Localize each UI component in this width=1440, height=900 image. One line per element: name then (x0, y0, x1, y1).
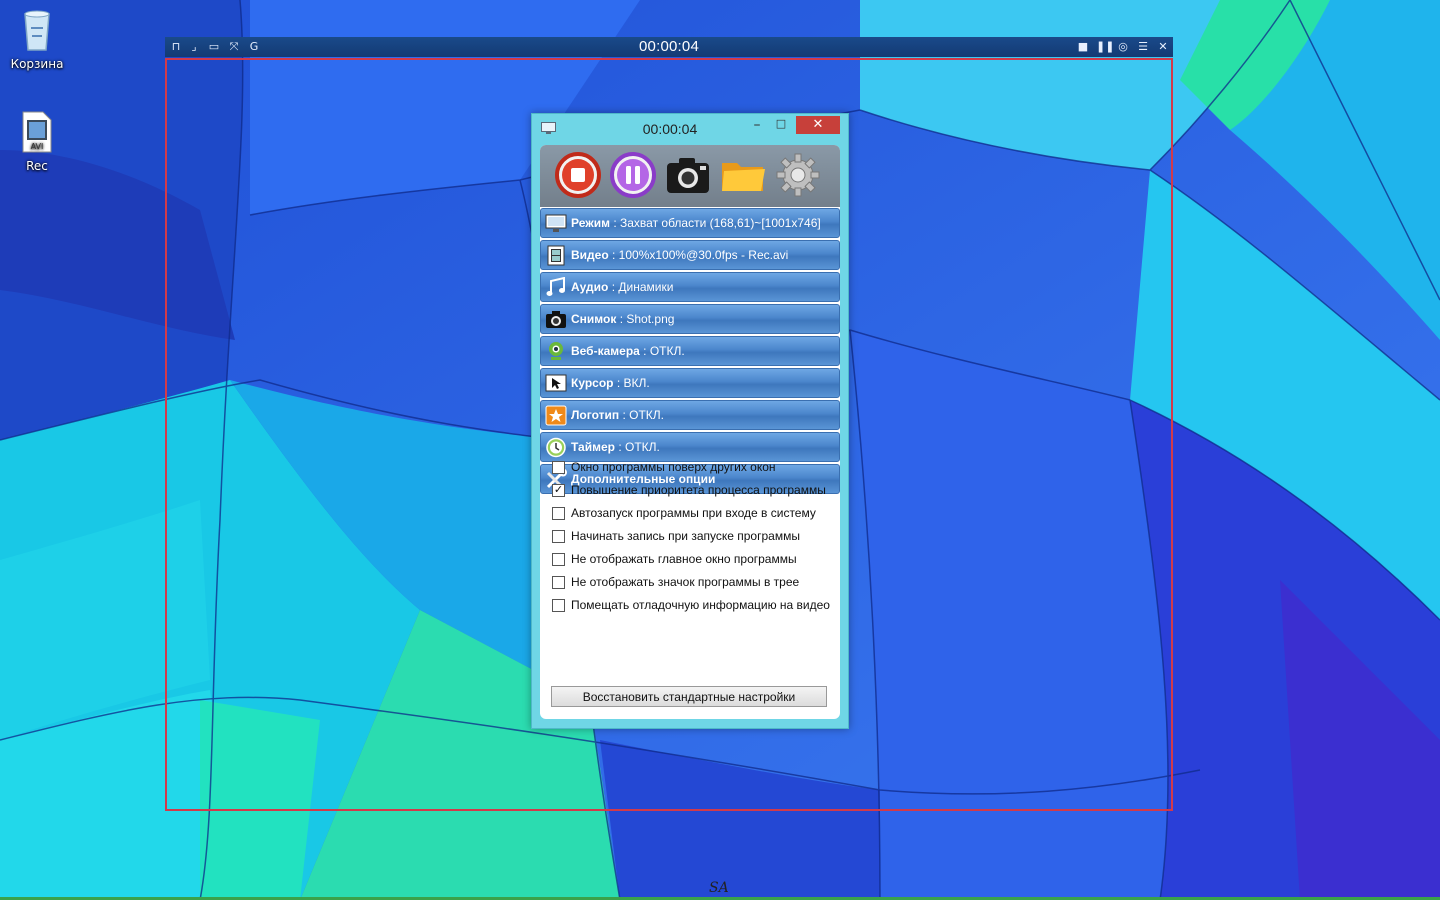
recycle-bin-icon (24, 10, 50, 51)
reset-defaults-button[interactable]: Восстановить стандартные настройки (551, 686, 827, 707)
avi-badge: AVI (31, 142, 44, 151)
row-cursor[interactable]: Курсор : ВКЛ. (540, 368, 840, 398)
row-audio[interactable]: Аудио : Динамики (540, 272, 840, 302)
desktop-icon-label: Корзина (10, 57, 64, 71)
window-timer: 00:00:04 (642, 121, 698, 137)
row-label: Таймер (571, 440, 615, 454)
maximize-button[interactable]: □ (774, 118, 788, 132)
pause-icon[interactable]: ❚❚ (1096, 40, 1114, 54)
music-icon (546, 277, 565, 296)
checkbox[interactable] (552, 507, 565, 520)
clock-icon (546, 437, 566, 458)
option-label: Окно программы поверх других окон (571, 460, 776, 474)
monitor-icon (545, 214, 567, 232)
option-label: Не отображать главное окно программы (571, 552, 797, 566)
checkbox[interactable] (552, 576, 565, 589)
row-label: Аудио (571, 280, 609, 294)
row-label: Режим (571, 216, 610, 230)
window-titlebar[interactable]: 00:00:04 – □ ✕ (532, 114, 848, 142)
desktop-icon-label: Rec (26, 159, 48, 173)
camera-icon (546, 311, 566, 328)
row-value: : ВКЛ. (616, 376, 650, 390)
minimize-button[interactable]: – (750, 118, 764, 132)
recorder-window: 00:00:04 – □ ✕ Режим: Захват области (1… (531, 113, 849, 729)
row-mode[interactable]: Режим : Захват области (168,61)~[1001x74… (540, 208, 840, 238)
star-icon (545, 405, 567, 426)
checkbox[interactable] (552, 599, 565, 612)
option-label: Повышение приоритета процесса программы (571, 483, 826, 497)
row-label: Снимок (571, 312, 617, 326)
row-label: Курсор (571, 376, 614, 390)
capture-toolbar: ⊓ ⌟ ▭ ⤧ G 00:00:04 ■ ❚❚ ◎ ☰ ✕ (165, 37, 1173, 57)
close-button[interactable]: ✕ (796, 116, 840, 134)
row-value: : ОТКЛ. (622, 408, 664, 422)
option-always-on-top[interactable]: Окно программы поверх других окон (552, 458, 840, 481)
checkbox[interactable] (552, 553, 565, 566)
stop-icon[interactable]: ■ (1076, 40, 1090, 54)
row-snapshot[interactable]: Снимок : Shot.png (540, 304, 840, 334)
webcam-icon (549, 342, 563, 360)
camera-icon[interactable]: ◎ (1116, 40, 1130, 54)
film-icon (547, 245, 565, 266)
row-label: Видео (571, 248, 609, 262)
option-hide-tray-icon[interactable]: Не отображать значок программы в трее (552, 573, 840, 596)
checkbox[interactable] (552, 530, 565, 543)
option-label: Начинать запись при запуске программы (571, 529, 800, 543)
window-content: Режим : Захват области (168,61)~[1001x74… (540, 145, 840, 719)
settings-list: Режим : Захват области (168,61)~[1001x74… (540, 208, 840, 496)
option-record-on-start[interactable]: Начинать запись при запуске программы (552, 527, 840, 550)
checkbox[interactable] (552, 461, 565, 474)
option-label: Помещать отладочную информацию на видео (571, 598, 830, 612)
desktop-icon-recycle-bin[interactable]: Корзина (2, 6, 72, 71)
row-label: Веб-камера (571, 344, 640, 358)
desktop-icon-rec[interactable]: AVI Rec (2, 110, 72, 173)
row-label: Логотип (571, 408, 620, 422)
option-autostart[interactable]: Автозапуск программы при входе в систему (552, 504, 840, 527)
close-icon[interactable]: ✕ (1156, 40, 1170, 54)
checkbox-checked[interactable]: ✓ (552, 484, 565, 497)
pause-button[interactable] (609, 151, 657, 199)
advanced-options-list: Окно программы поверх других окон ✓ Повы… (552, 458, 840, 619)
option-hide-main-window[interactable]: Не отображать главное окно программы (552, 550, 840, 573)
row-value: : Захват области (168,61)~[1001x746] (613, 216, 821, 230)
row-value: : Shot.png (619, 312, 675, 326)
avi-file-icon: AVI (22, 111, 52, 153)
menu-icon[interactable]: ☰ (1136, 40, 1150, 54)
row-webcam[interactable]: Веб-камера : ОТКЛ. (540, 336, 840, 366)
watermark: SA (709, 880, 729, 896)
option-label: Не отображать значок программы в трее (571, 575, 800, 589)
main-toolbar (540, 145, 840, 207)
option-debug-info[interactable]: Помещать отладочную информацию на видео (552, 596, 840, 619)
capture-timer: 00:00:04 (639, 38, 699, 55)
row-value: : ОТКЛ. (618, 440, 660, 454)
stop-button[interactable] (554, 151, 602, 199)
screenshot-button[interactable] (664, 151, 712, 199)
row-value: : 100%x100%@30.0fps - Rec.avi (612, 248, 789, 262)
settings-button[interactable] (774, 151, 822, 199)
row-value: : Динамики (611, 280, 674, 294)
cursor-icon (545, 374, 567, 392)
folder-button[interactable] (719, 151, 767, 199)
option-high-priority[interactable]: ✓ Повышение приоритета процесса программ… (552, 481, 840, 504)
row-logo[interactable]: Логотип : ОТКЛ. (540, 400, 840, 430)
row-value: : ОТКЛ. (643, 344, 685, 358)
row-video[interactable]: Видео : 100%x100%@30.0fps - Rec.avi (540, 240, 840, 270)
option-label: Автозапуск программы при входе в систему (571, 506, 816, 520)
